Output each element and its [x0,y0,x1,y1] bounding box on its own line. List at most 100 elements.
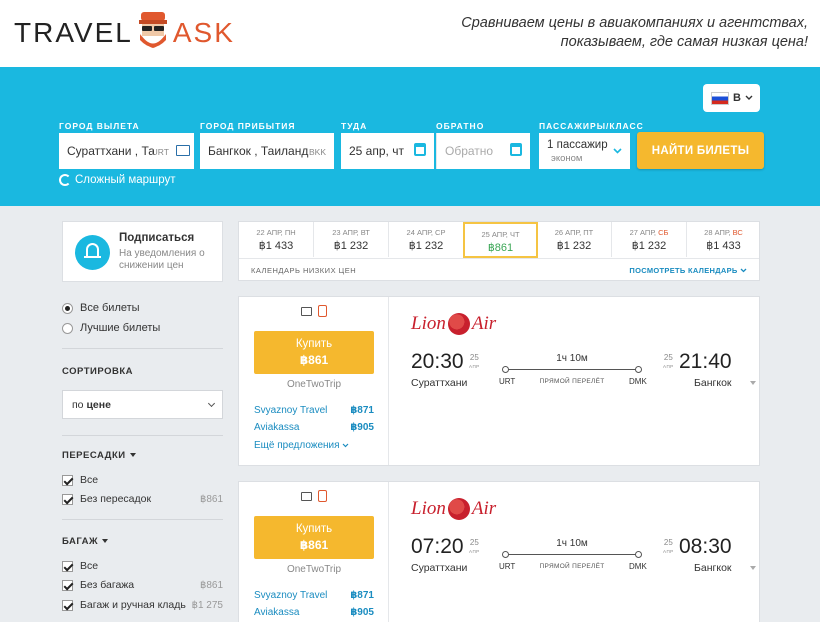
return-date-input[interactable]: Обратно [436,133,530,169]
caret-down-icon [129,453,136,458]
transfers-filter-toggle[interactable]: ПЕРЕСАДКИ [62,450,136,461]
tagline: Сравниваем цены в авиакомпаниях и агентс… [461,14,808,52]
offer-link[interactable]: Svyaznoy Travel ฿871 [254,405,374,416]
subscribe-box[interactable]: Подписаться На уведомления о снижении це… [62,221,223,282]
buy-button[interactable]: Купить ฿861 [254,331,374,374]
best-tickets-radio[interactable]: Лучшие билеты [62,322,160,334]
arrival-city: Бангкок [694,562,732,574]
calendar-day[interactable]: 26 АПР, ПТ ฿1 232 [537,222,612,257]
complex-route-link[interactable]: Сложный маршрут [59,174,176,186]
more-offers-link[interactable]: Ещё предложения [254,440,349,451]
baggage-none-checkbox[interactable]: Без багажа ฿861 [62,579,223,591]
view-calendar-link[interactable]: ПОСМОТРЕТЬ КАЛЕНДАРЬ [629,266,747,275]
chevron-down-icon [207,399,216,408]
departure-time: 20:30 [411,350,464,373]
baggage-icon [301,492,312,501]
passengers-label: ПАССАЖИРЫ/КЛАСС [539,121,644,131]
arrival-date: 25 АПР [663,538,674,554]
transfers-direct-checkbox[interactable]: Без пересадок ฿861 [62,493,223,505]
all-tickets-radio[interactable]: Все билеты [62,302,140,314]
departure-city: Сураттхани [411,562,468,574]
ticket-card: Купить ฿861 OneTwoTrip Svyaznoy Travel ฿8… [238,296,760,466]
checkbox-checked [62,579,73,591]
baggage-hand-checkbox[interactable]: Багаж и ручная кладь ฿1 275 [62,599,223,611]
tagline-line-2: показываем, где самая низкая цена! [560,34,808,50]
sort-title: СОРТИРОВКА [62,366,133,377]
calendar-day-selected[interactable]: 25 АПР, ЧТ ฿861 [463,222,538,258]
tagline-line-1: Сравниваем цены в авиакомпаниях и агентс… [461,15,808,31]
bell-icon [75,235,110,270]
transfers-all-checkbox[interactable]: Все [62,474,223,486]
divider [239,258,759,259]
checkbox-checked [62,599,73,611]
checkbox-checked [62,474,73,486]
ticket-price-panel: Купить ฿861 OneTwoTrip Svyaznoy Travel ฿8… [239,297,389,465]
ticket-price-panel: Купить ฿861 OneTwoTrip Svyaznoy Travel ฿8… [239,482,389,622]
departure-city: Сураттхани [411,377,468,389]
to-city-input[interactable]: Бангкок , Таиланд BKK [200,133,334,169]
depart-label: ТУДА [341,121,368,131]
baggage-icon [301,307,312,316]
offer-link[interactable]: Svyaznoy Travel ฿871 [254,590,374,601]
depart-date-value: 25 апр, чт [349,144,404,158]
bearded-man-logo-icon [138,12,167,48]
lion-logo-icon [447,498,470,520]
swap-cities-icon[interactable] [176,145,190,156]
return-date-placeholder: Обратно [445,144,494,158]
filter-price: ฿861 [199,579,223,591]
from-city-value: Сураттхани , Та [67,144,155,158]
divider [62,348,223,349]
arrival-code: DMK [629,377,647,386]
sort-select[interactable]: по цене [62,390,223,419]
arrival-code: DMK [629,562,647,571]
language-selector[interactable]: В [703,84,760,112]
offer-link[interactable]: Aviakassa ฿905 [254,422,374,433]
expand-details-icon[interactable] [750,381,756,385]
airline-logo: Lion Air [411,498,497,520]
chevron-down-icon [745,95,753,100]
airline-logo: Lion Air [411,313,497,335]
offer-link[interactable]: Aviakassa ฿905 [254,607,374,618]
arrival-time: 08:30 [679,535,732,558]
passengers-select[interactable]: 1 пассажир эконом [539,133,630,169]
from-city-input[interactable]: Сураттхани , Та URT [59,133,194,169]
checkbox-checked [62,493,73,505]
radio-unchecked [62,322,73,334]
language-label: В [733,92,741,104]
direct-flight-label: ПРЯМОЙ ПЕРЕЛЁТ [539,563,605,570]
calendar-day[interactable]: 24 АПР, СР ฿1 232 [389,222,464,257]
logo-text-travel: TRAVEL [14,17,133,48]
to-city-code: BKK [308,147,326,157]
lion-logo-icon [447,313,470,335]
agent-name: OneTwoTrip [286,379,342,390]
from-label: ГОРОД ВЫЛЕТА [59,121,140,131]
chevron-down-icon [613,148,622,154]
route-line [502,551,642,558]
route-arrows-icon [59,174,71,186]
filter-price: ฿861 [199,493,223,505]
calendar-day[interactable]: 28 АПР, ВС ฿1 433 [686,222,761,257]
expand-details-icon[interactable] [750,566,756,570]
calendar-icon[interactable] [414,143,426,156]
calendar-day[interactable]: 23 АПР, ВТ ฿1 232 [314,222,389,257]
departure-date: 25 АПР [469,353,480,369]
ticket-card: Купить ฿861 OneTwoTrip Svyaznoy Travel ฿8… [238,481,760,622]
calendar-icon[interactable] [510,143,522,156]
calendar-footer-label: КАЛЕНДАРЬ НИЗКИХ ЦЕН [251,266,357,275]
calendar-day[interactable]: 22 АПР, ПН ฿1 433 [239,222,314,257]
baggage-filter-toggle[interactable]: БАГАЖ [62,536,109,547]
find-tickets-button[interactable]: НАЙТИ БИЛЕТЫ [637,132,764,169]
checkbox-checked [62,560,73,572]
baggage-all-checkbox[interactable]: Все [62,560,223,572]
header: TRAVEL ASK Сравниваем цены в авиакомпани… [0,0,820,67]
logo[interactable]: TRAVEL ASK [14,12,235,54]
departure-time: 07:20 [411,535,464,558]
filter-price: ฿1 275 [191,599,223,611]
calendar-day[interactable]: 27 АПР, СБ ฿1 232 [612,222,687,257]
low-price-calendar: 22 АПР, ПН ฿1 433 23 АПР, ВТ ฿1 232 24 А… [238,221,760,281]
departure-date: 25 АПР [469,538,480,554]
class-value: эконом [551,152,583,164]
russia-flag-icon [711,91,729,105]
depart-date-input[interactable]: 25 апр, чт [341,133,434,169]
buy-button[interactable]: Купить ฿861 [254,516,374,559]
